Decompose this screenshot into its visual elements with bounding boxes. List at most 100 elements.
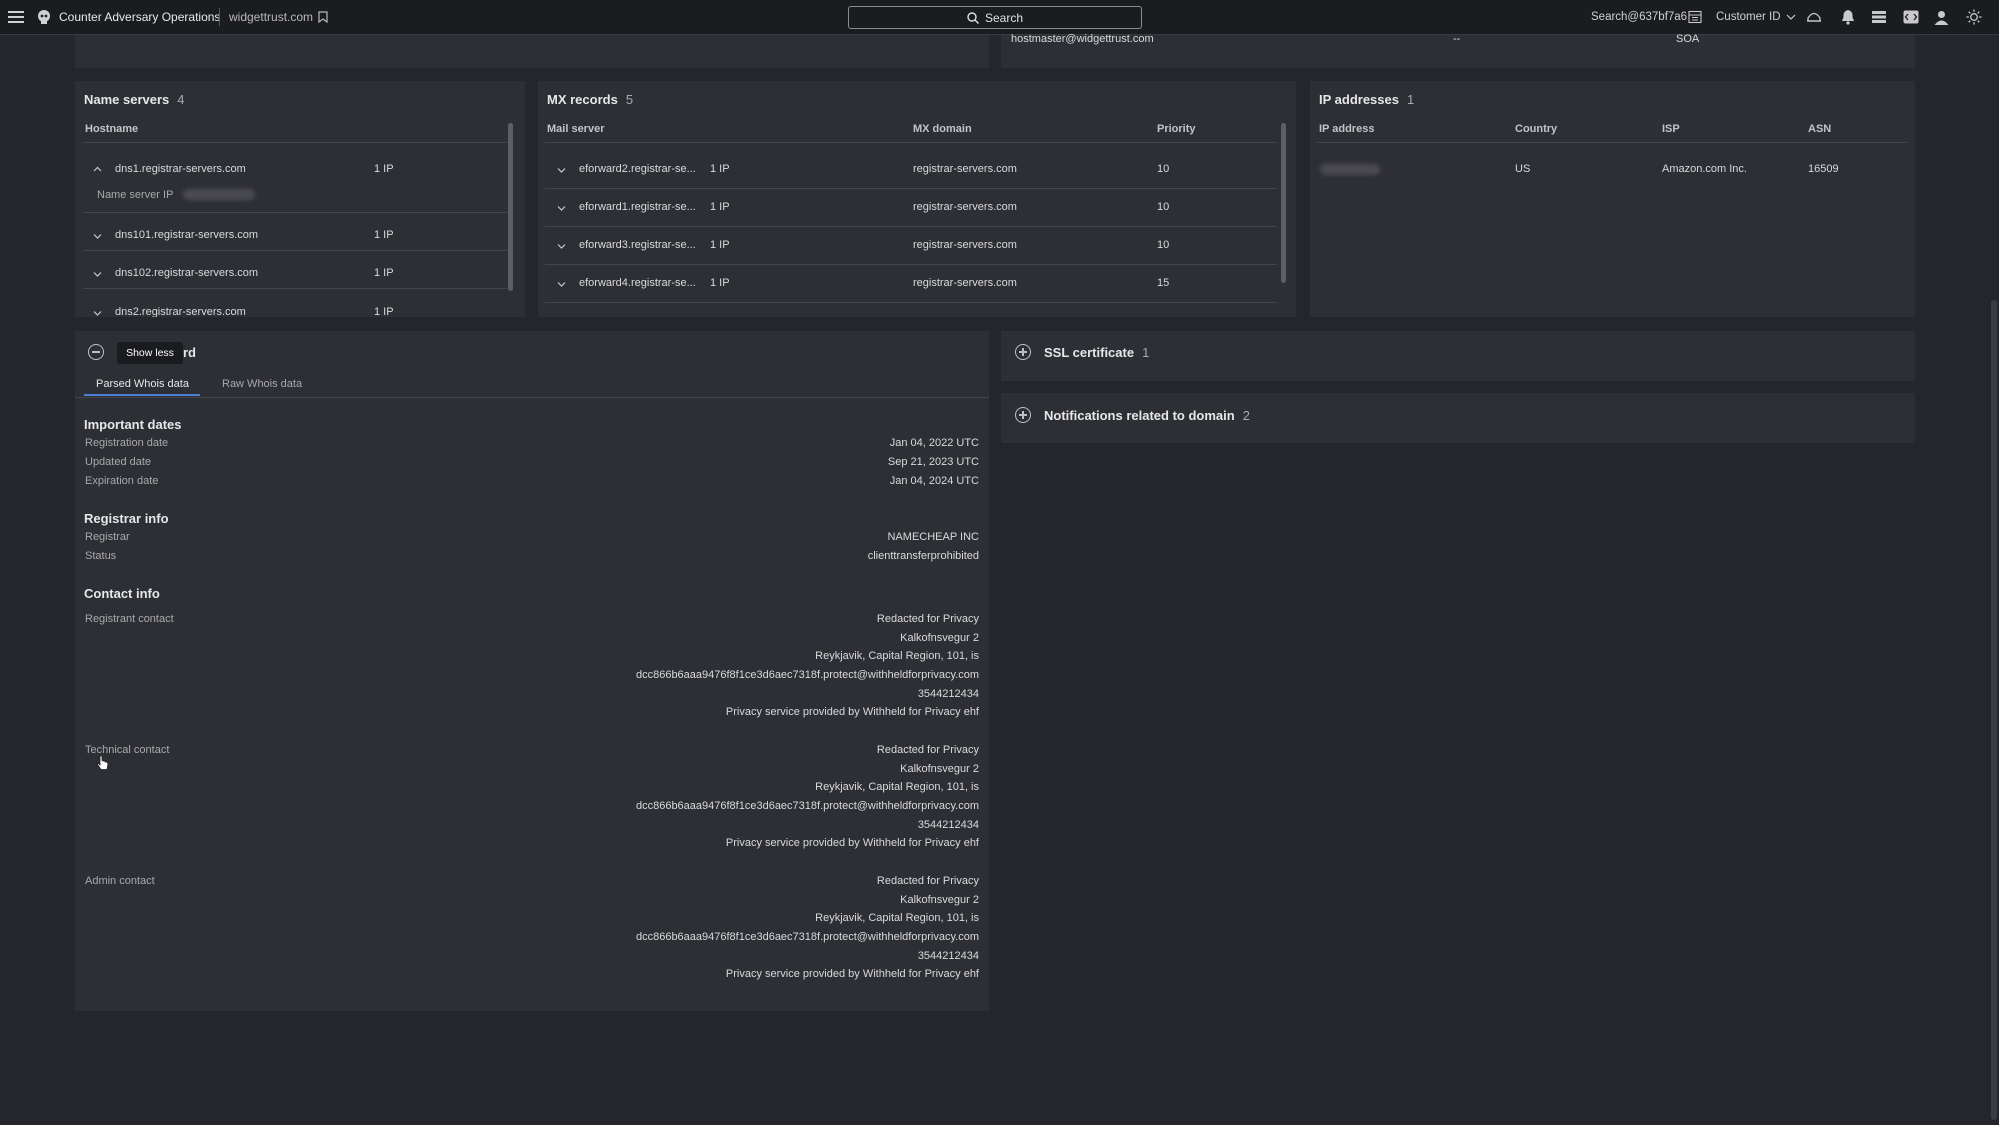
falcon-logo-icon bbox=[38, 10, 50, 24]
domain-breadcrumb[interactable]: widgettrust.com bbox=[229, 0, 313, 34]
redacted-ip[interactable] bbox=[1320, 164, 1380, 175]
ssl-certificate-count: 1 bbox=[1142, 345, 1150, 360]
status-value: clienttransferprohibited bbox=[867, 550, 979, 562]
customer-id-dropdown[interactable]: Customer ID bbox=[1716, 0, 1796, 34]
expiration-date-value: Jan 04, 2024 UTC bbox=[889, 475, 979, 487]
mail-server-cell[interactable]: eforward4.registrar-se... bbox=[579, 277, 696, 289]
chevron-down-icon[interactable] bbox=[557, 205, 566, 211]
name-server-ip-label: Name server IP bbox=[97, 189, 174, 201]
contact-line: Privacy service provided by Withheld for… bbox=[725, 706, 979, 718]
column-header-asn[interactable]: ASN bbox=[1808, 123, 1831, 135]
ip-count-cell[interactable]: 1 IP bbox=[374, 229, 394, 241]
collapse-icon[interactable] bbox=[88, 344, 104, 360]
search-label: Search bbox=[984, 10, 1024, 25]
name-servers-title: Name servers 4 bbox=[84, 92, 185, 107]
dns-records-panel-partial bbox=[75, 35, 989, 68]
tab-raw-whois[interactable]: Raw Whois data bbox=[222, 378, 302, 390]
whois-record-title: rd bbox=[183, 345, 196, 360]
menu-button[interactable] bbox=[8, 0, 24, 34]
active-tab-indicator bbox=[84, 394, 200, 396]
chevron-down-icon[interactable] bbox=[93, 271, 102, 277]
name-servers-panel: Name servers 4 Hostname dns1.registrar-se… bbox=[75, 81, 525, 317]
mx-records-title: MX records 5 bbox=[547, 92, 634, 107]
chevron-down-icon[interactable] bbox=[93, 310, 102, 316]
bookmark-button[interactable] bbox=[318, 0, 328, 34]
column-header-mx-domain[interactable]: MX domain bbox=[913, 123, 972, 135]
hostname-cell[interactable]: dns1.registrar-servers.com bbox=[115, 163, 246, 175]
mx-domain-cell: registrar-servers.com bbox=[913, 201, 1017, 213]
contact-line: Privacy service provided by Withheld for… bbox=[725, 968, 979, 980]
ip-count-cell[interactable]: 1 IP bbox=[710, 201, 730, 213]
calendar-button[interactable] bbox=[1688, 0, 1702, 34]
mail-server-cell[interactable]: eforward1.registrar-se... bbox=[579, 201, 696, 213]
name-servers-count: 4 bbox=[177, 92, 185, 107]
hostname-cell[interactable]: dns102.registrar-servers.com bbox=[115, 267, 258, 279]
chevron-down-icon[interactable] bbox=[557, 243, 566, 249]
page-scrollbar[interactable] bbox=[1991, 300, 1997, 1120]
isp-cell: Amazon.com Inc. bbox=[1662, 163, 1747, 175]
notifications-count: 2 bbox=[1242, 408, 1250, 423]
scrollbar[interactable] bbox=[508, 123, 513, 291]
asn-cell: 16509 bbox=[1808, 163, 1839, 175]
ip-count-cell[interactable]: 1 IP bbox=[710, 163, 730, 175]
soa-dash: -- bbox=[1453, 33, 1461, 45]
mail-server-cell[interactable]: eforward2.registrar-se... bbox=[579, 163, 696, 175]
ip-count-cell[interactable]: 1 IP bbox=[710, 277, 730, 289]
hostname-cell[interactable]: dns101.registrar-servers.com bbox=[115, 229, 258, 241]
code-icon bbox=[1903, 10, 1919, 24]
contact-line: Reykjavik, Capital Region, 101, is bbox=[815, 781, 979, 793]
app-title[interactable]: Counter Adversary Operations bbox=[59, 0, 220, 34]
notifications-button[interactable] bbox=[1841, 0, 1855, 34]
calendar-icon bbox=[1688, 10, 1702, 24]
ip-count-cell[interactable]: 1 IP bbox=[374, 163, 394, 175]
chevron-up-icon[interactable] bbox=[93, 166, 102, 172]
important-dates-heading: Important dates bbox=[84, 417, 182, 432]
priority-cell: 10 bbox=[1157, 201, 1170, 213]
column-header-priority[interactable]: Priority bbox=[1157, 123, 1196, 135]
theme-toggle[interactable] bbox=[1966, 0, 1982, 34]
priority-cell: 10 bbox=[1157, 163, 1170, 175]
mx-domain-cell: registrar-servers.com bbox=[913, 239, 1017, 251]
contact-line: Redacted for Privacy bbox=[876, 613, 979, 625]
chevron-down-icon[interactable] bbox=[557, 167, 566, 173]
column-header-ip-address[interactable]: IP address bbox=[1319, 123, 1374, 135]
chevron-down-icon[interactable] bbox=[557, 281, 566, 287]
column-header-mail-server[interactable]: Mail server bbox=[547, 123, 604, 135]
mx-domain-cell: registrar-servers.com bbox=[913, 163, 1017, 175]
divider bbox=[219, 8, 220, 26]
mail-server-cell[interactable]: eforward3.registrar-se... bbox=[579, 239, 696, 251]
contact-email[interactable]: dcc866b6aaa9476f8f1ce3d6aec7318f.protect… bbox=[636, 800, 979, 812]
customer-id-label: Customer ID bbox=[1716, 11, 1781, 23]
scrollbar[interactable] bbox=[1281, 123, 1286, 283]
user-profile-button[interactable] bbox=[1934, 0, 1949, 34]
ip-count-cell[interactable]: 1 IP bbox=[374, 306, 394, 317]
expand-icon[interactable] bbox=[1015, 344, 1031, 360]
stack-icon bbox=[1872, 11, 1886, 23]
developer-button[interactable] bbox=[1903, 0, 1919, 34]
expand-icon[interactable] bbox=[1015, 407, 1031, 423]
messages-button[interactable] bbox=[1871, 0, 1887, 34]
ip-count-cell[interactable]: 1 IP bbox=[710, 239, 730, 251]
user-icon bbox=[1934, 10, 1949, 25]
column-header-hostname[interactable]: Hostname bbox=[85, 123, 138, 135]
contact-email[interactable]: dcc866b6aaa9476f8f1ce3d6aec7318f.protect… bbox=[636, 669, 979, 681]
ssl-certificate-title[interactable]: SSL certificate 1 bbox=[1044, 345, 1149, 360]
ip-count-cell[interactable]: 1 IP bbox=[374, 267, 394, 279]
mx-domain-cell: registrar-servers.com bbox=[913, 277, 1017, 289]
tab-parsed-whois[interactable]: Parsed Whois data bbox=[96, 378, 189, 390]
admin-contact-label: Admin contact bbox=[85, 875, 155, 887]
chevron-down-icon[interactable] bbox=[93, 233, 102, 239]
soa-email: hostmaster@widgettrust.com bbox=[1011, 33, 1154, 45]
search-input[interactable]: Search bbox=[848, 6, 1142, 29]
hostname-cell[interactable]: dns2.registrar-servers.com bbox=[115, 306, 246, 317]
updated-date-label: Updated date bbox=[85, 456, 152, 468]
registrant-contact-label: Registrant contact bbox=[85, 613, 174, 625]
ip-addresses-count: 1 bbox=[1406, 92, 1415, 107]
support-button[interactable] bbox=[1806, 0, 1822, 34]
contact-email[interactable]: dcc866b6aaa9476f8f1ce3d6aec7318f.protect… bbox=[636, 931, 979, 943]
column-header-country[interactable]: Country bbox=[1515, 123, 1557, 135]
hamburger-icon bbox=[8, 11, 24, 23]
notifications-title[interactable]: Notifications related to domain 2 bbox=[1044, 408, 1250, 423]
account-name[interactable]: Search@637bf7a6 bbox=[1591, 0, 1687, 34]
column-header-isp[interactable]: ISP bbox=[1662, 123, 1680, 135]
